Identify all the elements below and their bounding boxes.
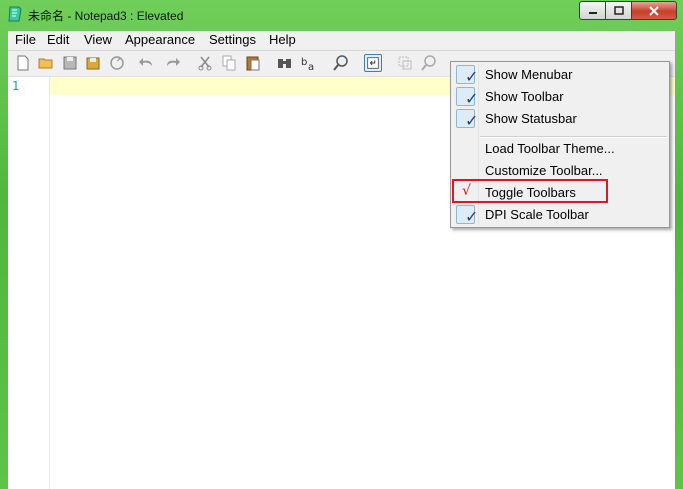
redo-icon[interactable] [163,54,181,72]
menu-item-label: Show Toolbar [485,89,564,104]
replace-icon[interactable]: ba [300,54,318,72]
menu-item-label: Load Toolbar Theme... [485,141,615,156]
maximize-icon [613,5,624,15]
check-mark-icon: ✓ [456,205,479,226]
menu-settings[interactable]: Settings [209,32,256,47]
revert-icon[interactable] [108,54,126,72]
menu-item-label: DPI Scale Toolbar [485,207,589,222]
cut-icon[interactable] [196,54,214,72]
menu-item-dpi-scale-toolbar[interactable]: ✓ DPI Scale Toolbar [453,204,667,226]
close-icon [649,5,659,16]
annotation-highlight-box [452,179,608,203]
menu-item-label: Show Statusbar [485,111,577,126]
menu-item-label: Customize Toolbar... [485,163,603,178]
menu-view[interactable]: View [84,32,112,47]
svg-text:b: b [301,57,307,68]
line-number: 1 [12,79,20,93]
select-icon[interactable] [396,54,414,72]
check-mark-icon: ✓ [456,87,479,108]
close-button[interactable] [631,1,677,20]
check-mark-icon: ✓ [456,65,479,86]
menu-item-show-statusbar[interactable]: ✓ Show Statusbar [453,108,667,130]
copy-icon[interactable] [220,54,238,72]
undo-icon[interactable] [138,54,156,72]
check-mark-icon: ✓ [456,109,479,130]
zoom-icon[interactable] [420,54,438,72]
caption-buttons [579,1,677,20]
minimize-button[interactable] [579,1,606,20]
menu-item-show-menubar[interactable]: ✓ Show Menubar [453,64,667,86]
notepad3-app-icon[interactable] [8,6,22,22]
find-icon[interactable] [276,54,294,72]
open-folder-icon[interactable] [37,54,55,72]
checkmark-glyph: ✓ [465,111,479,130]
line-number-gutter: 1 [8,77,50,489]
title-bar[interactable]: 未命名 - Notepad3 : Elevated [0,0,683,31]
minimize-icon [588,11,597,14]
menu-item-label: Show Menubar [485,67,573,82]
menu-file[interactable]: File [15,32,36,47]
checkmark-glyph: ✓ [465,67,479,86]
word-wrap-icon[interactable] [364,54,382,72]
menu-appearance[interactable]: Appearance [125,32,195,47]
zoom-find-icon[interactable] [332,54,350,72]
menu-item-show-toolbar[interactable]: ✓ Show Toolbar [453,86,667,108]
menu-bar: File Edit View Appearance Settings Help [8,31,675,51]
window-title: 未命名 - Notepad3 : Elevated [28,9,184,23]
checkmark-glyph: ✓ [465,89,479,108]
save-icon[interactable] [61,54,79,72]
paste-icon[interactable] [244,54,262,72]
save-as-icon[interactable] [84,54,102,72]
new-file-icon[interactable] [14,54,32,72]
svg-text:a: a [308,62,314,72]
menu-edit[interactable]: Edit [47,32,69,47]
menu-help[interactable]: Help [269,32,296,47]
maximize-button[interactable] [605,1,632,20]
checkmark-glyph: ✓ [465,207,479,226]
menu-item-load-toolbar-theme[interactable]: Load Toolbar Theme... [453,138,667,160]
